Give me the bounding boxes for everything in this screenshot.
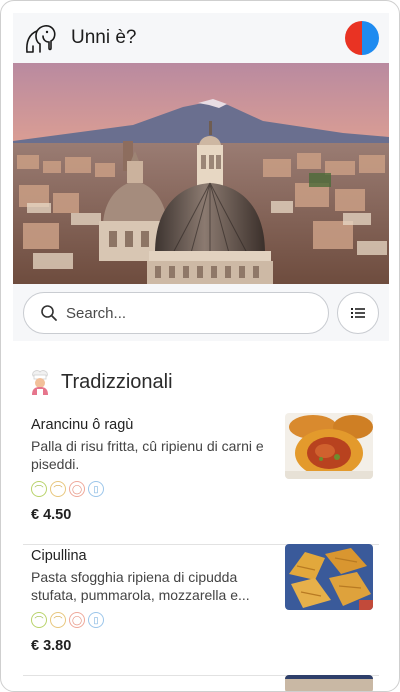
egg-icon: ⌒ — [50, 612, 66, 628]
search-input[interactable] — [66, 304, 296, 322]
item-description: Palla di risu fritta, cû ripienu di carn… — [31, 438, 264, 472]
hero-image-catania — [13, 63, 389, 284]
item-name: Arancinu ô ragù — [31, 417, 134, 433]
section-header: Tradizzionali — [29, 369, 173, 395]
search-bar — [13, 284, 389, 341]
item-photo-partial — [285, 675, 373, 691]
language-flag-right — [362, 21, 379, 55]
language-flag-left — [345, 21, 362, 55]
search-box[interactable] — [23, 292, 329, 334]
menu-item-partial[interactable] — [23, 675, 379, 691]
milk-icon: ▯ — [88, 612, 104, 628]
arancino-photo — [285, 413, 373, 479]
nut-icon: ◯ — [69, 481, 85, 497]
nut-icon: ◯ — [69, 612, 85, 628]
search-icon — [41, 305, 57, 321]
item-price: € 4.50 — [31, 507, 72, 523]
app-title: Unni è? — [71, 27, 137, 48]
allergen-list: ⌒ ⌒ ◯ ▯ — [31, 612, 104, 628]
menu-item[interactable]: Arancinu ô ragù Palla di risu fritta, cû… — [23, 413, 379, 545]
app-header: Unni è? — [13, 13, 389, 63]
chef-icon — [32, 370, 48, 395]
menu-item[interactable]: Cipullina Pasta sfogghia ripiena di cipu… — [23, 544, 379, 676]
item-name: Cipullina — [31, 548, 87, 564]
item-description: Pasta sfogghia ripiena di cipudda stufat… — [31, 569, 250, 603]
milk-icon: ▯ — [88, 481, 104, 497]
list-icon — [351, 308, 365, 318]
language-toggle[interactable] — [345, 21, 379, 55]
filter-button[interactable] — [337, 292, 379, 334]
cipullina-photo — [285, 544, 373, 610]
egg-icon: ⌒ — [50, 481, 66, 497]
section-title: Tradizzionali — [61, 370, 173, 393]
elephant-logo-icon[interactable] — [23, 20, 59, 56]
gluten-icon: ⌒ — [31, 612, 47, 628]
allergen-list: ⌒ ⌒ ◯ ▯ — [31, 481, 104, 497]
phone-frame: Unni è? Search... Tradizzionali Arancinu… — [0, 0, 400, 692]
gluten-icon: ⌒ — [31, 481, 47, 497]
item-price: € 3.80 — [31, 638, 72, 654]
